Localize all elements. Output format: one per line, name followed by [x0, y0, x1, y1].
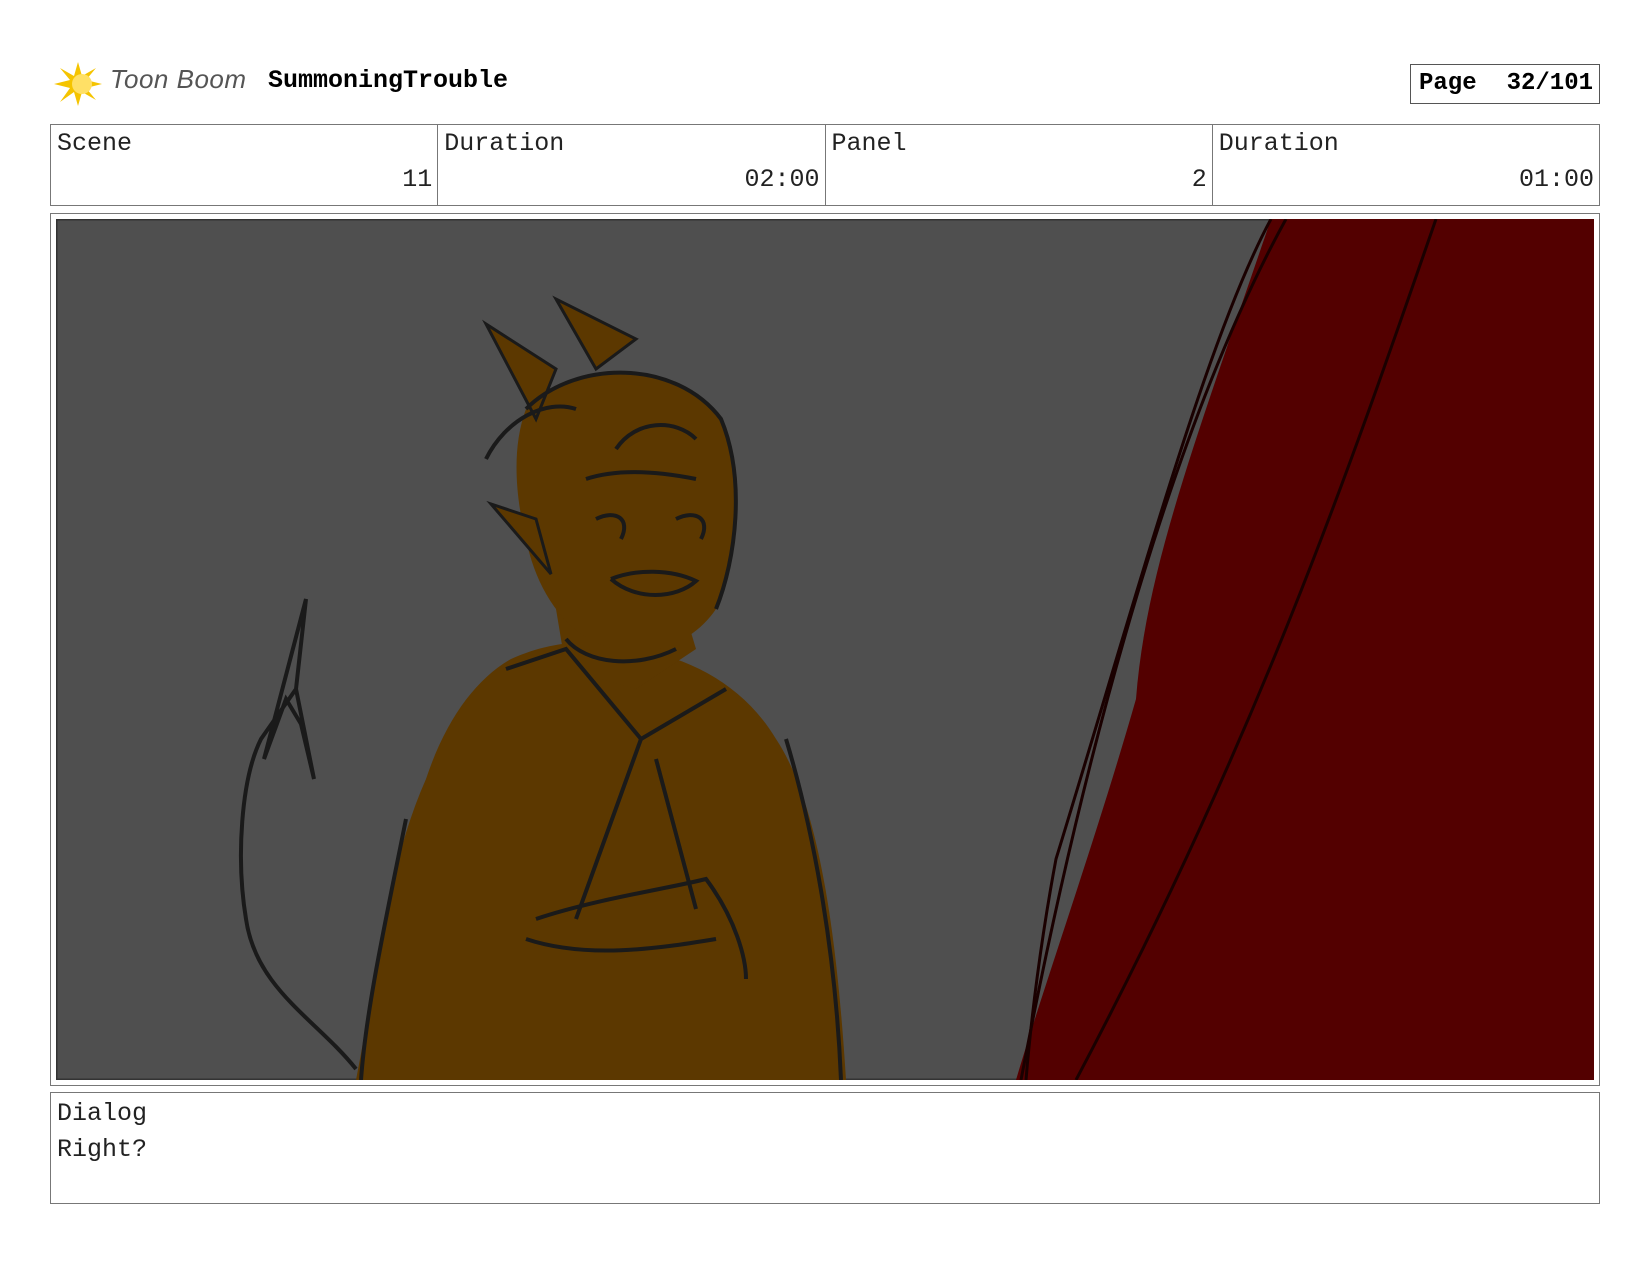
panel-duration-value: 01:00 [1518, 165, 1594, 194]
panel-cell: Panel 2 [826, 125, 1213, 205]
scene-duration-label: Duration [444, 129, 565, 158]
project-title: SummoningTrouble [268, 66, 509, 95]
storyboard-panel [50, 213, 1600, 1086]
dialog-label: Dialog [57, 1099, 148, 1128]
logo-text: Toon Boom [110, 64, 247, 94]
panel-duration-label: Duration [1218, 129, 1339, 158]
scene-label: Scene [57, 129, 133, 158]
panel-drawing [56, 219, 1594, 1080]
scene-duration-cell: Duration 02:00 [438, 125, 826, 205]
panel-value: 2 [1191, 165, 1207, 194]
scene-info-table: Scene 11 Duration 02:00 Panel 2 Duration… [50, 124, 1600, 206]
panel-label: Panel [831, 129, 907, 158]
dialog-box: Dialog Right? [50, 1092, 1600, 1204]
page-label: Page [1419, 70, 1477, 97]
toon-boom-logo-icon [54, 62, 102, 106]
scene-cell: Scene 11 [51, 125, 439, 205]
page-number: 32/101 [1506, 70, 1593, 97]
scene-duration-value: 02:00 [744, 165, 820, 194]
storyboard-header: Toon Boom SummoningTrouble Page 32/101 [50, 56, 1600, 112]
scene-value: 11 [402, 165, 433, 194]
page-indicator: Page 32/101 [1410, 64, 1600, 104]
dialog-text: Right? [57, 1135, 148, 1164]
panel-duration-cell: Duration 01:00 [1213, 125, 1599, 205]
